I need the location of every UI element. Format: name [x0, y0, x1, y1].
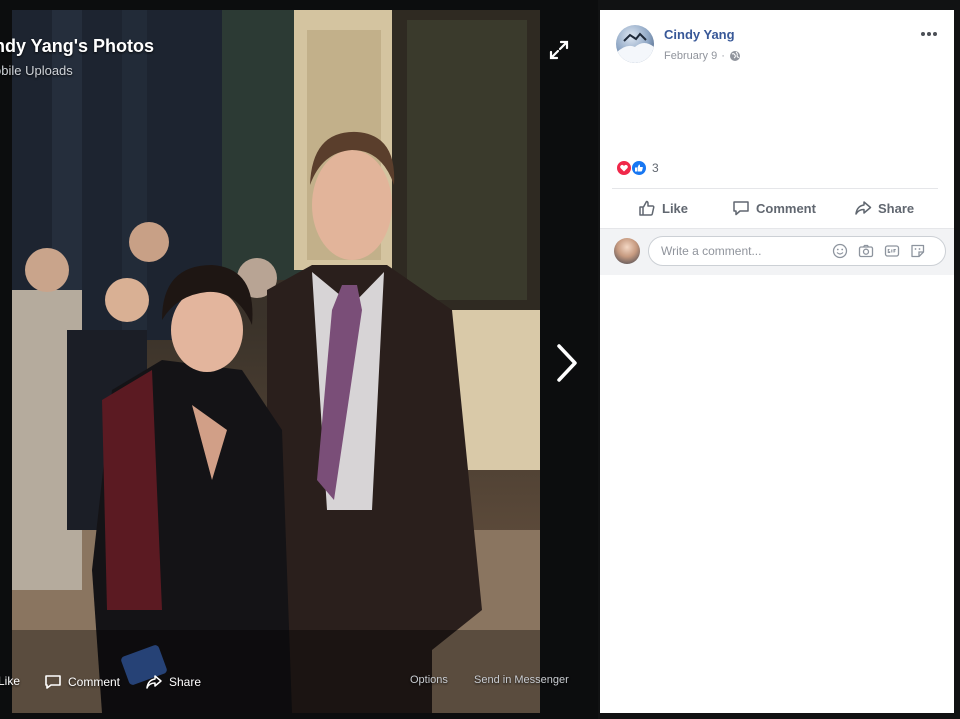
avatar-image [616, 32, 654, 63]
author-avatar[interactable] [616, 25, 654, 63]
comment-icon [45, 675, 61, 689]
viewer-comment-button[interactable]: Comment [44, 674, 120, 690]
divider [612, 188, 938, 189]
post-panel: Cindy Yang February 9 · 3 Like Comment S… [600, 10, 954, 713]
comment-tools [832, 243, 926, 259]
more-options-icon[interactable] [918, 26, 940, 42]
photo[interactable] [12, 10, 540, 713]
love-icon [616, 160, 632, 176]
viewer-share-label: Share [169, 675, 202, 689]
gif-icon[interactable] [884, 243, 900, 259]
reaction-count: 3 [652, 161, 659, 175]
reactions-summary[interactable]: 3 [616, 160, 659, 176]
camera-icon[interactable] [858, 243, 874, 259]
viewer-share-button[interactable]: Share [145, 674, 201, 690]
share-icon [855, 201, 872, 215]
expand-icon[interactable] [547, 38, 571, 62]
share-label: Share [878, 200, 915, 216]
author-name[interactable]: Cindy Yang [664, 27, 735, 42]
send-in-messenger-button[interactable]: Send in Messenger [474, 674, 569, 686]
emoji-icon[interactable] [832, 243, 848, 259]
comment-button[interactable]: Comment [732, 196, 816, 220]
globe-icon[interactable] [729, 50, 741, 62]
viewer-footer: Like Comment Share Options Send in Messe… [0, 668, 598, 698]
post-meta: February 9 · [664, 50, 741, 62]
like-label: Like [662, 200, 689, 216]
comment-composer [600, 228, 954, 275]
send-in-messenger-label: Send in Messenger [474, 674, 569, 686]
comment-label: Comment [756, 200, 816, 216]
post-date[interactable]: February 9 [664, 50, 717, 62]
sticker-icon[interactable] [910, 243, 926, 259]
current-user-avatar[interactable] [614, 238, 640, 264]
thumbs-up-icon [639, 200, 655, 216]
viewer-like-label: Like [0, 674, 21, 688]
album-title[interactable]: ndy Yang's Photos [0, 36, 154, 57]
comment-icon [733, 201, 749, 216]
viewer-options-label: Options [410, 674, 448, 686]
photo-viewer: ndy Yang's Photos obile Uploads Like Com… [0, 0, 598, 719]
share-button[interactable]: Share [854, 196, 914, 220]
next-photo-arrow-icon[interactable] [553, 342, 581, 384]
like-button[interactable]: Like [638, 196, 688, 220]
like-icon [631, 160, 647, 176]
viewer-comment-label: Comment [68, 675, 121, 689]
viewer-options-button[interactable]: Options [410, 674, 448, 686]
share-icon [146, 675, 162, 689]
photo-scene [12, 10, 540, 713]
viewer-like-button[interactable]: Like [0, 674, 20, 688]
album-subtitle[interactable]: obile Uploads [0, 63, 73, 78]
